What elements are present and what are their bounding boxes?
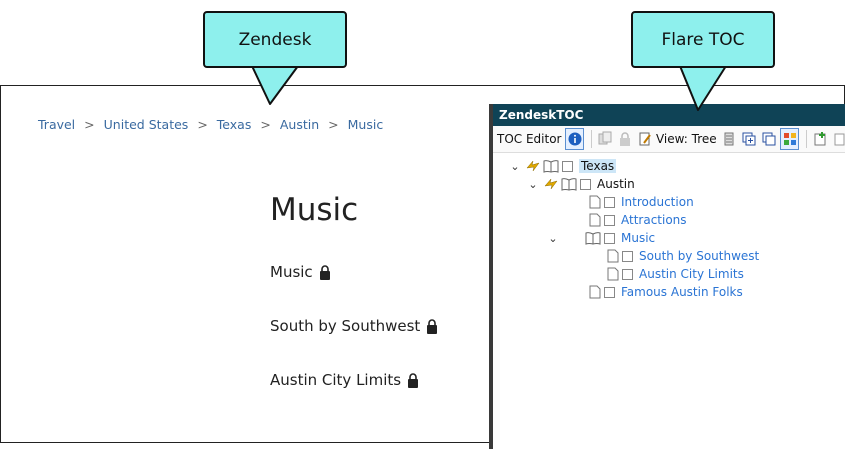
toc-node-texas[interactable]: ⌄ Texas xyxy=(509,157,617,175)
callout-zendesk: Zendesk xyxy=(203,11,347,68)
breadcrumb-separator: > xyxy=(84,117,95,132)
toc-node-label: Texas xyxy=(579,159,617,173)
article-label: Music xyxy=(270,263,313,281)
book-icon xyxy=(585,232,601,245)
add-green-icon[interactable] xyxy=(811,129,828,149)
page-icon xyxy=(589,285,601,299)
color-grid-icon[interactable] xyxy=(780,128,800,150)
copy-disabled-icon[interactable] xyxy=(596,129,613,149)
article-link-music[interactable]: Music xyxy=(270,263,331,281)
edit-view-icon[interactable] xyxy=(636,129,653,149)
callout-flare-toc: Flare TOC xyxy=(631,11,775,68)
checkbox[interactable] xyxy=(604,196,615,208)
link-flash-icon xyxy=(526,160,540,172)
callout-label: Flare TOC xyxy=(661,29,745,50)
info-icon[interactable] xyxy=(565,128,585,150)
article-link-south-by-southwest[interactable]: South by Southwest xyxy=(270,317,438,335)
article-label: South by Southwest xyxy=(270,317,421,335)
lock-icon xyxy=(408,372,419,388)
toc-node-austin[interactable]: ⌄ Austin xyxy=(527,175,635,193)
toc-node-label: Introduction xyxy=(621,195,694,209)
article-label: Austin City Limits xyxy=(270,371,402,389)
checkbox[interactable] xyxy=(562,160,573,172)
toc-node-attractions[interactable]: Attractions xyxy=(589,211,687,229)
toc-node-label: Music xyxy=(621,231,656,245)
page-icon xyxy=(607,249,619,263)
page-title: Music xyxy=(270,192,359,228)
more-icon[interactable] xyxy=(831,129,845,149)
toolbar-separator xyxy=(591,130,593,148)
toc-node-label: Attractions xyxy=(621,213,687,227)
chevron-down-icon[interactable]: ⌄ xyxy=(527,178,539,191)
toc-node-label: South by Southwest xyxy=(639,249,760,263)
breadcrumb-separator: > xyxy=(328,117,339,132)
breadcrumb: Travel > United States > Texas > Austin > Music xyxy=(38,117,383,132)
link-flash-icon xyxy=(544,178,558,190)
toc-node-label: Austin xyxy=(597,177,635,191)
checkbox[interactable] xyxy=(604,214,615,226)
breadcrumb-separator: > xyxy=(197,117,208,132)
toc-node-music[interactable]: ⌄ Music xyxy=(547,229,655,247)
breadcrumb-austin[interactable]: Austin xyxy=(280,117,319,132)
toc-node-austin-city-limits[interactable]: Austin City Limits xyxy=(607,265,744,283)
book-icon xyxy=(543,160,559,173)
checkbox[interactable] xyxy=(604,286,615,298)
lock-icon xyxy=(319,264,330,280)
checkbox[interactable] xyxy=(622,250,633,262)
book-icon xyxy=(561,178,577,191)
checkbox[interactable] xyxy=(604,232,615,244)
toc-node-label: Austin City Limits xyxy=(639,267,744,281)
page-icon xyxy=(589,195,601,209)
breadcrumb-separator: > xyxy=(260,117,271,132)
toc-node-introduction[interactable]: Introduction xyxy=(589,193,694,211)
add-item-icon[interactable] xyxy=(741,129,758,149)
callout-label: Zendesk xyxy=(238,29,312,50)
flare-toc-window: ZendeskTOC TOC Editor View: Tree ⌄ Texas… xyxy=(489,104,845,449)
lock-disabled-icon[interactable] xyxy=(616,129,633,149)
toolbar-separator xyxy=(806,130,808,148)
breadcrumb-texas[interactable]: Texas xyxy=(217,117,252,132)
duplicate-icon[interactable] xyxy=(760,129,777,149)
chevron-down-icon[interactable]: ⌄ xyxy=(547,232,559,245)
article-link-austin-city-limits[interactable]: Austin City Limits xyxy=(270,371,419,389)
view-tree-dropdown[interactable]: View: Tree xyxy=(656,132,717,146)
page-icon xyxy=(589,213,601,227)
lock-icon xyxy=(427,318,438,334)
checkbox[interactable] xyxy=(622,268,633,280)
chevron-down-icon[interactable]: ⌄ xyxy=(509,160,521,173)
toc-editor-label: TOC Editor xyxy=(497,132,562,146)
breadcrumb-music[interactable]: Music xyxy=(348,117,384,132)
toc-node-south-by-southwest[interactable]: South by Southwest xyxy=(607,247,759,265)
toc-toolbar: TOC Editor View: Tree xyxy=(493,126,845,153)
breadcrumb-travel[interactable]: Travel xyxy=(38,117,75,132)
list-icon[interactable] xyxy=(721,129,738,149)
toc-window-title: ZendeskTOC xyxy=(499,108,584,122)
page-icon xyxy=(607,267,619,281)
toc-node-label: Famous Austin Folks xyxy=(621,285,743,299)
checkbox[interactable] xyxy=(580,178,591,190)
toc-node-famous-austin-folks[interactable]: Famous Austin Folks xyxy=(589,283,743,301)
breadcrumb-united-states[interactable]: United States xyxy=(104,117,189,132)
